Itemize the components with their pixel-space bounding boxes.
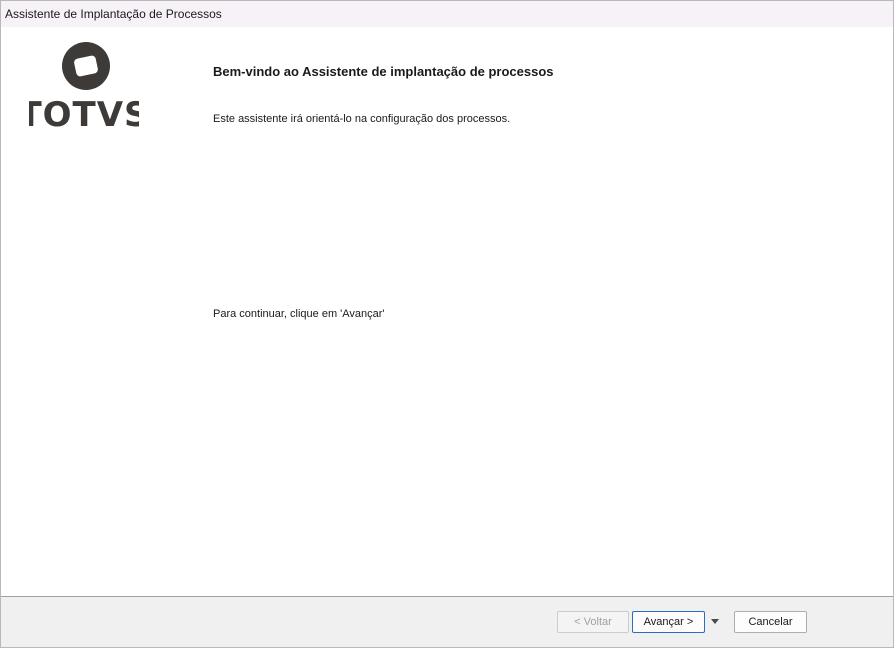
next-button[interactable]: Avançar > (632, 611, 705, 633)
back-button[interactable]: < Voltar (557, 611, 629, 633)
svg-text:TOTVS: TOTVS (29, 95, 139, 130)
title-bar[interactable]: Assistente de Implantação de Processos (1, 1, 893, 27)
totvs-logo: TOTVS (29, 42, 139, 130)
button-bar: < Voltar Avançar > Cancelar (1, 596, 893, 647)
intro-text: Este assistente irá orientá-lo na config… (213, 113, 511, 125)
cancel-button[interactable]: Cancelar (734, 611, 807, 633)
window-title: Assistente de Implantação de Processos (5, 7, 222, 21)
page-heading: Bem-vindo ao Assistente de implantação d… (213, 64, 554, 79)
continue-instruction: Para continuar, clique em 'Avançar' (213, 308, 385, 320)
chevron-down-icon[interactable] (709, 614, 721, 628)
wizard-window: Assistente de Implantação de Processos T… (0, 0, 894, 648)
